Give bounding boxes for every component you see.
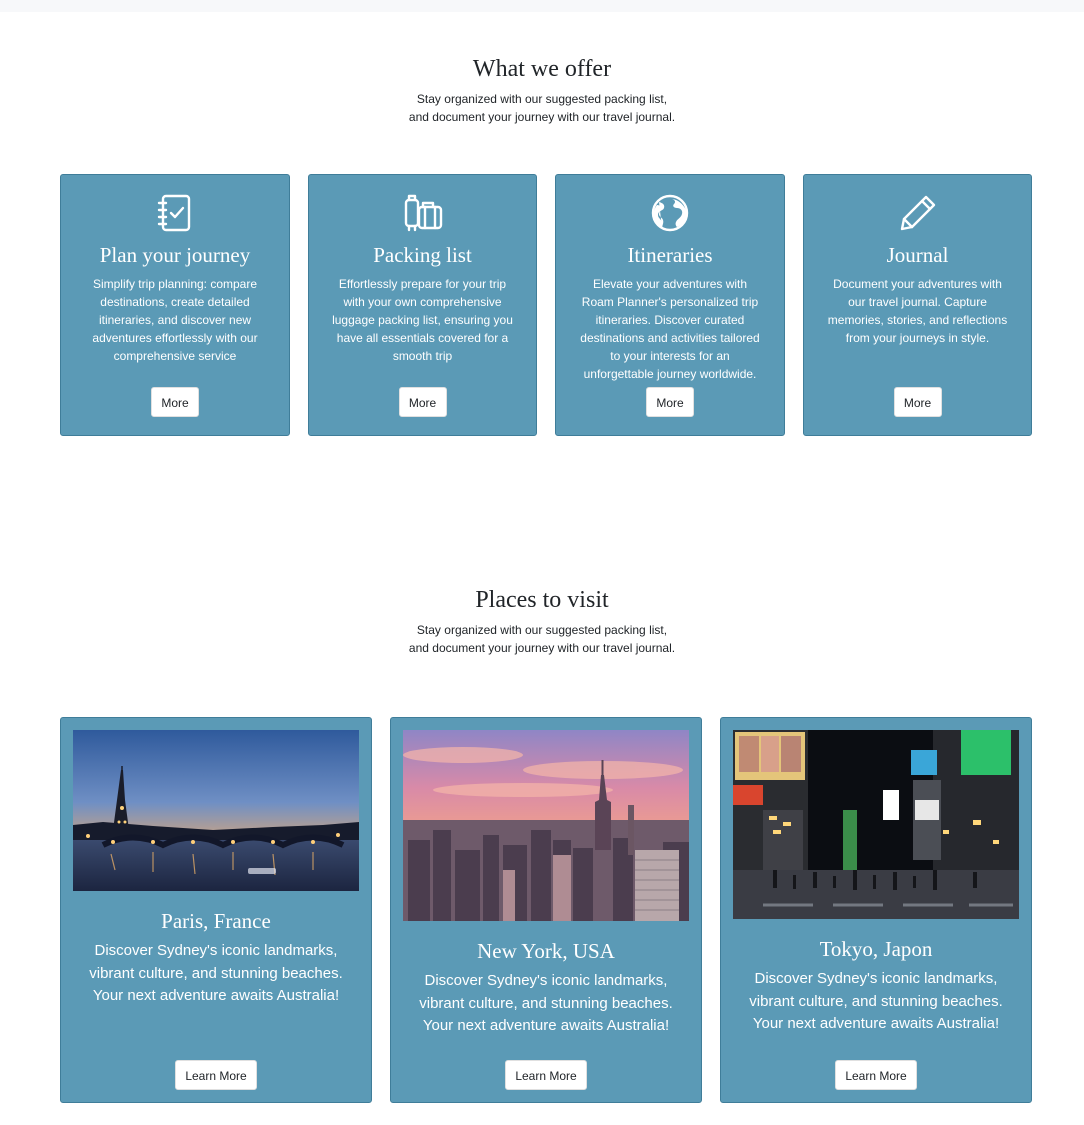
offer-card-title: Itineraries xyxy=(627,243,713,267)
offer-card-title: Plan your journey xyxy=(99,243,251,267)
place-card-new-york: New York, USA Discover Sydney's iconic l… xyxy=(390,717,702,1103)
place-card-description: Discover Sydney's iconic landmarks, vibr… xyxy=(89,942,343,1004)
place-card-tokyo: Tokyo, Japon Discover Sydney's iconic la… xyxy=(720,717,1032,1103)
paris-learn-more-button[interactable]: Learn More xyxy=(175,1060,257,1090)
new-york-learn-more-button[interactable]: Learn More xyxy=(505,1060,587,1090)
places-section-subtitle: Stay organized with our suggested packin… xyxy=(408,623,676,655)
packing-more-button[interactable]: More xyxy=(398,387,447,417)
place-card-description: Discover Sydney's iconic landmarks, vibr… xyxy=(749,970,1003,1032)
place-card-paris: Paris, France Discover Sydney's iconic l… xyxy=(60,717,372,1103)
offer-card-description: Simplify trip planning: compare destinat… xyxy=(92,277,258,363)
top-strip xyxy=(0,0,1084,12)
plan-more-button[interactable]: More xyxy=(151,387,199,417)
luggage-icon xyxy=(309,193,536,235)
offer-card-packing: Packing list Effortlessly prepare for yo… xyxy=(308,174,537,436)
offer-section-subtitle: Stay organized with our suggested packin… xyxy=(408,92,676,124)
checklist-icon xyxy=(61,193,289,235)
offer-card-journal: Journal Document your adventures with ou… xyxy=(803,174,1032,436)
offer-card-description: Document your adventures with our travel… xyxy=(827,277,1008,345)
itineraries-more-button[interactable]: More xyxy=(646,387,694,417)
pencil-icon xyxy=(804,193,1031,235)
offer-section-title: What we offer xyxy=(472,56,612,82)
offer-card-plan: Plan your journey Simplify trip planning… xyxy=(60,174,290,436)
offer-card-title: Journal xyxy=(886,243,949,267)
journal-more-button[interactable]: More xyxy=(893,387,942,417)
place-card-title: Paris, France xyxy=(161,909,271,933)
offer-card-itineraries: Itineraries Elevate your adventures with… xyxy=(555,174,785,436)
new-york-skyline-photo xyxy=(403,730,689,921)
places-section-title: Places to visit xyxy=(475,587,609,613)
paris-eiffel-tower-photo xyxy=(73,730,359,891)
place-card-description: Discover Sydney's iconic landmarks, vibr… xyxy=(419,972,673,1034)
offer-card-description: Elevate your adventures with Roam Planne… xyxy=(580,277,760,381)
globe-icon xyxy=(556,193,784,235)
offer-card-title: Packing list xyxy=(373,243,472,267)
offer-card-description: Effortlessly prepare for your trip with … xyxy=(332,277,513,363)
tokyo-shibuya-crossing-photo xyxy=(733,730,1019,919)
tokyo-learn-more-button[interactable]: Learn More xyxy=(835,1060,917,1090)
place-card-title: Tokyo, Japon xyxy=(819,937,933,961)
place-card-title: New York, USA xyxy=(477,939,615,963)
